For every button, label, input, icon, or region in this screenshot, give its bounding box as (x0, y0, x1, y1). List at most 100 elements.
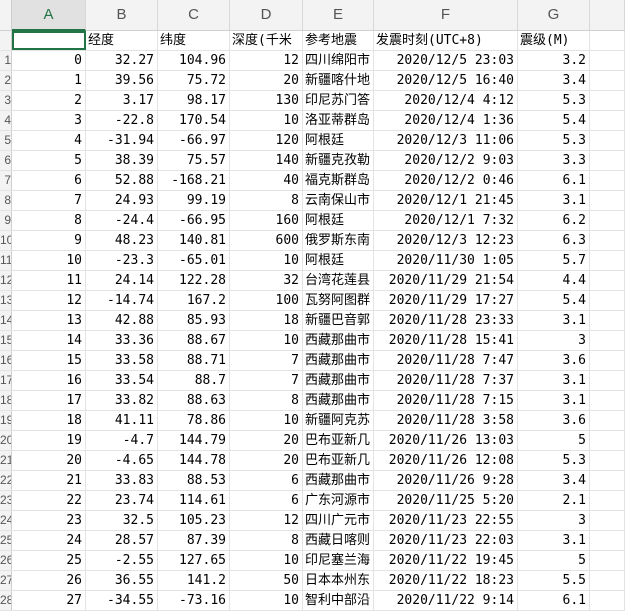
cell[interactable] (590, 531, 625, 550)
cell[interactable]: 5.3 (518, 451, 590, 470)
cell[interactable]: 新疆阿克苏 (303, 411, 374, 430)
select-all-corner[interactable] (0, 0, 12, 30)
row-number[interactable]: 17 (0, 371, 12, 390)
cell[interactable]: 23.74 (86, 491, 158, 510)
cell[interactable]: 140 (230, 151, 303, 170)
cell[interactable]: 40 (230, 171, 303, 190)
cell[interactable]: 140.81 (158, 231, 230, 250)
cell[interactable]: 22 (12, 491, 86, 510)
cell[interactable]: 27 (12, 591, 86, 610)
row-number[interactable]: 18 (0, 391, 12, 410)
cell[interactable]: 11 (12, 271, 86, 290)
row-number[interactable]: 2 (0, 71, 12, 90)
cell[interactable]: 2020/11/23 22:03 (374, 531, 518, 550)
cell[interactable]: 20 (12, 451, 86, 470)
cell[interactable]: 144.79 (158, 431, 230, 450)
cell[interactable]: 6.1 (518, 171, 590, 190)
cell[interactable] (590, 431, 625, 450)
cell[interactable]: 10 (230, 251, 303, 270)
cell[interactable]: 23 (12, 511, 86, 530)
row-number[interactable]: 20 (0, 431, 12, 450)
cell[interactable]: 7 (230, 351, 303, 370)
cell[interactable]: 18 (230, 311, 303, 330)
cell[interactable]: 广东河源市 (303, 491, 374, 510)
cell[interactable] (590, 291, 625, 310)
header-cell[interactable]: 震级(M) (518, 31, 590, 50)
cell[interactable]: 38.39 (86, 151, 158, 170)
cell[interactable]: -66.97 (158, 131, 230, 150)
cell[interactable]: 4.4 (518, 271, 590, 290)
column-header-g[interactable]: G (518, 0, 590, 30)
cell[interactable]: 2020/11/26 12:08 (374, 451, 518, 470)
cell[interactable] (590, 31, 625, 50)
row-number[interactable]: 1 (0, 51, 12, 70)
row-number[interactable]: 14 (0, 311, 12, 330)
cell[interactable]: 2020/11/28 23:33 (374, 311, 518, 330)
cell[interactable]: 新疆巴音郭 (303, 311, 374, 330)
cell[interactable]: 新疆喀什地 (303, 71, 374, 90)
cell[interactable]: 33.58 (86, 351, 158, 370)
cell[interactable] (590, 211, 625, 230)
cell[interactable]: 0 (12, 51, 86, 70)
cell[interactable] (590, 351, 625, 370)
cell[interactable]: 2020/12/1 21:45 (374, 191, 518, 210)
cell[interactable] (590, 391, 625, 410)
cell[interactable]: -34.55 (86, 591, 158, 610)
row-number[interactable]: 22 (0, 471, 12, 490)
row-number[interactable]: 3 (0, 91, 12, 110)
cell[interactable]: 2 (12, 91, 86, 110)
cell[interactable]: 122.28 (158, 271, 230, 290)
cell[interactable]: 13 (12, 311, 86, 330)
cell[interactable]: 114.61 (158, 491, 230, 510)
cell[interactable]: 85.93 (158, 311, 230, 330)
row-number[interactable]: 7 (0, 171, 12, 190)
spreadsheet[interactable]: ABCDEFG 经度 纬度 深度(千米 参考地震 发震时刻(UTC+8) 震级(M) 1 0 3… (0, 0, 625, 611)
cell[interactable]: 洛亚蒂群岛 (303, 111, 374, 130)
cell[interactable]: 32.27 (86, 51, 158, 70)
cell[interactable]: 3.1 (518, 371, 590, 390)
cell[interactable] (590, 71, 625, 90)
cell[interactable]: 75.57 (158, 151, 230, 170)
header-cell[interactable]: 纬度 (158, 31, 230, 50)
cell[interactable]: 160 (230, 211, 303, 230)
cell[interactable]: 5.5 (518, 571, 590, 590)
cell[interactable]: 14 (12, 331, 86, 350)
cell[interactable]: 西藏那曲市 (303, 351, 374, 370)
cell[interactable]: -65.01 (158, 251, 230, 270)
cell[interactable]: 41.11 (86, 411, 158, 430)
cell[interactable]: 100 (230, 291, 303, 310)
cell[interactable]: 3.6 (518, 351, 590, 370)
cell[interactable]: 3.1 (518, 191, 590, 210)
cell[interactable]: 16 (12, 371, 86, 390)
cell[interactable]: 170.54 (158, 111, 230, 130)
row-number[interactable]: 6 (0, 151, 12, 170)
cell[interactable]: 6.3 (518, 231, 590, 250)
cell[interactable]: 87.39 (158, 531, 230, 550)
cell[interactable]: 2020/12/4 1:36 (374, 111, 518, 130)
selected-cell[interactable] (12, 31, 86, 50)
cell[interactable]: 新疆克孜勒 (303, 151, 374, 170)
cell[interactable]: 2020/11/23 22:55 (374, 511, 518, 530)
cell[interactable]: 6 (230, 491, 303, 510)
cell[interactable]: 2020/11/28 7:37 (374, 371, 518, 390)
cell[interactable]: 巴布亚新几 (303, 451, 374, 470)
cell[interactable]: 3 (518, 511, 590, 530)
cell[interactable]: 78.86 (158, 411, 230, 430)
cell[interactable] (590, 151, 625, 170)
cell[interactable]: -23.3 (86, 251, 158, 270)
row-number[interactable]: 11 (0, 251, 12, 270)
header-cell[interactable]: 经度 (86, 31, 158, 50)
cell[interactable]: 2020/11/22 18:23 (374, 571, 518, 590)
row-number[interactable]: 24 (0, 511, 12, 530)
cell[interactable]: -4.7 (86, 431, 158, 450)
cell[interactable]: 120 (230, 131, 303, 150)
cell[interactable]: 8 (230, 391, 303, 410)
cell[interactable]: 24.93 (86, 191, 158, 210)
row-number[interactable]: 13 (0, 291, 12, 310)
cell[interactable] (590, 451, 625, 470)
cell[interactable]: 6 (12, 171, 86, 190)
row-number[interactable]: 9 (0, 211, 12, 230)
cell[interactable]: 33.36 (86, 331, 158, 350)
cell[interactable]: 5 (518, 431, 590, 450)
cell[interactable] (590, 471, 625, 490)
